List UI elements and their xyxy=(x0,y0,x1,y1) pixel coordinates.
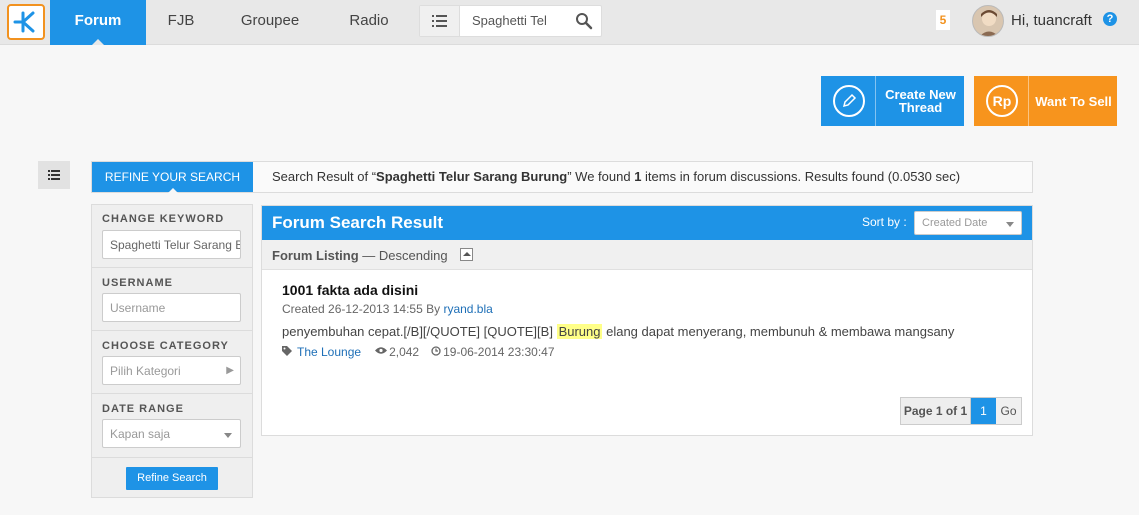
pencil-icon-box xyxy=(821,76,876,126)
want-to-sell-label: Want To Sell xyxy=(1035,93,1112,109)
refine-search-button[interactable]: Refine Search xyxy=(126,467,218,490)
list-item: 1001 fakta ada disini Created 26-12-2013… xyxy=(282,282,1012,359)
search-query: Spaghetti Telur Sarang Burung xyxy=(376,169,568,184)
collapse-icon[interactable] xyxy=(460,248,473,261)
filter-panel: CHANGE KEYWORD Spaghetti Telur Sarang Bu… xyxy=(91,204,253,498)
help-icon[interactable]: ? xyxy=(1103,12,1117,26)
want-to-sell-button[interactable]: Rp Want To Sell xyxy=(974,76,1117,126)
results-header: Forum Search Result Sort by : Created Da… xyxy=(262,206,1032,240)
date-range-label: DATE RANGE xyxy=(102,403,184,415)
results-title: Forum Search Result xyxy=(272,213,443,232)
nav-groupee[interactable]: Groupee xyxy=(216,0,324,45)
list-toggle-icon[interactable] xyxy=(38,161,70,189)
tag-icon xyxy=(282,345,292,359)
search-icon[interactable] xyxy=(575,12,593,35)
nav-fjb[interactable]: FJB xyxy=(146,0,216,45)
username-section: USERNAME Username xyxy=(92,268,252,331)
kaskus-logo[interactable] xyxy=(7,4,45,40)
nav-forum[interactable]: Forum xyxy=(50,0,146,45)
pencil-icon xyxy=(833,85,865,117)
clock-icon xyxy=(431,345,441,359)
forum-listing-bar: Forum Listing — Descending xyxy=(262,240,1032,270)
thread-excerpt: penyembuhan cepat.[/B][/QUOTE] [QUOTE][B… xyxy=(282,324,955,339)
go-button[interactable]: Go xyxy=(996,398,1021,424)
highlighted-keyword: Burung xyxy=(556,324,603,339)
nav-radio[interactable]: Radio xyxy=(324,0,414,45)
refine-your-search-tab[interactable]: REFINE YOUR SEARCH xyxy=(92,162,253,193)
search-input[interactable]: Spaghetti Tel xyxy=(472,13,572,28)
thread-stats: The Lounge 2,042 19-06-2014 23:30:47 xyxy=(282,345,1012,359)
thread-author-link[interactable]: ryand.bla xyxy=(443,302,492,316)
search-result-summary: Search Result of “Spaghetti Telur Sarang… xyxy=(272,169,961,184)
username-input[interactable]: Username xyxy=(102,293,241,322)
date-range-section: DATE RANGE Kapan saja xyxy=(92,394,252,458)
page-indicator: Page 1 of 1 xyxy=(901,398,971,424)
create-thread-button[interactable]: Create New Thread xyxy=(821,76,964,126)
category-label: CHOOSE CATEGORY xyxy=(102,340,229,352)
sort-by-label: Sort by : xyxy=(862,215,907,229)
keyword-section: CHANGE KEYWORD Spaghetti Telur Sarang Bu… xyxy=(92,205,252,268)
search-bar: Spaghetti Tel xyxy=(419,5,602,37)
create-thread-label: Create New Thread xyxy=(885,87,956,115)
avatar[interactable] xyxy=(972,5,1004,37)
thread-category-link[interactable]: The Lounge xyxy=(297,345,361,359)
results-panel: Forum Search Result Sort by : Created Da… xyxy=(261,205,1033,436)
notification-badge[interactable]: 5 xyxy=(936,10,950,30)
eye-icon xyxy=(375,346,388,358)
keyword-input[interactable]: Spaghetti Telur Sarang Burung xyxy=(102,230,241,259)
thread-meta: Created 26-12-2013 14:55 By ryand.bla xyxy=(282,302,493,316)
chevron-down-icon xyxy=(224,433,232,438)
user-greeting[interactable]: Hi, tuancraft xyxy=(1011,12,1092,29)
thread-views: 2,042 xyxy=(389,345,420,359)
search-category-list-icon[interactable] xyxy=(420,6,460,36)
thread-title[interactable]: 1001 fakta ada disini xyxy=(282,282,1012,298)
thread-last-post-date: 19-06-2014 23:30:47 xyxy=(443,345,555,359)
forum-listing-label: Forum Listing — Descending xyxy=(272,248,448,263)
chevron-right-icon: ▶ xyxy=(226,365,234,376)
keyword-label: CHANGE KEYWORD xyxy=(102,213,225,225)
refine-bar: REFINE YOUR SEARCH Search Result of “Spa… xyxy=(91,161,1033,193)
rupiah-icon: Rp xyxy=(986,85,1018,117)
page-button-1[interactable]: 1 xyxy=(971,398,996,424)
rupiah-icon-box: Rp xyxy=(974,76,1029,126)
pagination: Page 1 of 1 1 Go xyxy=(900,397,1022,425)
date-range-select[interactable]: Kapan saja xyxy=(102,419,241,448)
top-navbar: Forum FJB Groupee Radio Spaghetti Tel 5 xyxy=(0,0,1139,45)
chevron-down-icon xyxy=(1006,222,1014,227)
sort-select[interactable]: Created Date xyxy=(914,211,1022,235)
category-select[interactable]: Pilih Kategori ▶ xyxy=(102,356,241,385)
username-label: USERNAME xyxy=(102,277,173,289)
category-section: CHOOSE CATEGORY Pilih Kategori ▶ xyxy=(92,331,252,394)
